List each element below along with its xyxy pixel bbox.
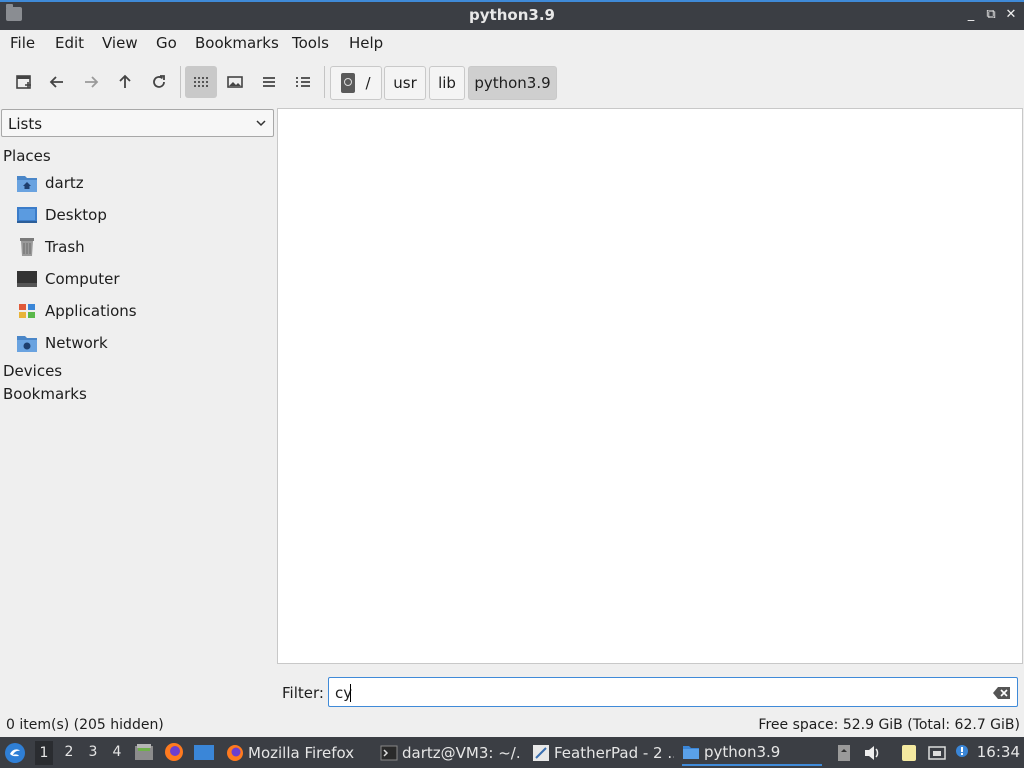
menu-help[interactable]: Help <box>349 34 383 52</box>
folder-icon <box>683 746 699 759</box>
detailed-view-button[interactable] <box>287 66 319 98</box>
icon-view-button[interactable] <box>185 66 217 98</box>
start-menu-icon[interactable] <box>4 742 26 764</box>
devices-header[interactable]: Devices <box>3 362 62 380</box>
task-label: FeatherPad - 2 ... <box>554 744 674 762</box>
breadcrumb-python39[interactable]: python3.9 <box>468 66 557 100</box>
arrow-right-icon <box>85 76 99 88</box>
filter-label: Filter: <box>282 684 324 702</box>
chevron-down-icon <box>256 120 266 127</box>
places-header[interactable]: Places <box>3 147 51 165</box>
place-applications[interactable]: Applications <box>16 297 266 325</box>
toolbar-separator <box>180 66 181 98</box>
terminal-icon <box>380 745 398 761</box>
filter-input[interactable]: cy <box>328 677 1018 707</box>
thumbnail-view-button[interactable] <box>219 66 251 98</box>
side-pane-mode-select[interactable]: Lists <box>1 109 274 137</box>
trash-icon <box>20 238 34 256</box>
workspace-4[interactable]: 4 <box>108 744 126 760</box>
image-icon <box>227 76 243 88</box>
clipboard-tray-icon[interactable] <box>834 743 854 763</box>
place-desktop[interactable]: Desktop <box>16 201 266 229</box>
featherpad-icon <box>533 745 549 761</box>
workspace-2[interactable]: 2 <box>60 744 78 760</box>
detail-list-icon <box>296 77 310 87</box>
notes-icon[interactable] <box>899 743 919 763</box>
back-button[interactable] <box>41 66 73 98</box>
desktop-icon <box>17 207 37 223</box>
breadcrumb-usr[interactable]: usr <box>384 66 426 100</box>
applications-icon <box>19 304 35 318</box>
menu-tools[interactable]: Tools <box>292 34 329 52</box>
text-cursor <box>350 684 351 702</box>
window-title: python3.9 <box>469 6 555 24</box>
network-folder-icon <box>17 336 37 352</box>
close-button[interactable]: ✕ <box>1002 6 1020 24</box>
task-label: python3.9 <box>704 743 781 761</box>
minimize-button[interactable]: _ <box>962 6 980 24</box>
place-label: dartz <box>45 174 84 192</box>
maximize-button[interactable]: ⧉ <box>982 6 1000 24</box>
menu-file[interactable]: File <box>10 34 35 52</box>
free-space-status: Free space: 52.9 GiB (Total: 62.7 GiB) <box>758 717 1020 733</box>
task-terminal[interactable]: dartz@VM3: ~/... <box>380 740 522 766</box>
task-label: Mozilla Firefox <box>248 744 355 762</box>
place-label: Computer <box>45 270 120 288</box>
menu-edit[interactable]: Edit <box>55 34 84 52</box>
task-python39[interactable]: python3.9 <box>682 740 822 766</box>
taskbar: 1 2 3 4 Mozilla Firefox dartz@VM3: ~/...… <box>0 737 1024 768</box>
file-view[interactable] <box>277 108 1023 664</box>
desktop-launcher-icon[interactable] <box>193 742 215 762</box>
home-folder-icon <box>17 176 37 192</box>
new-window-icon <box>16 75 31 89</box>
arrow-left-icon <box>49 76 63 88</box>
list-icon <box>263 77 275 87</box>
sidebar: Lists Places dartz Desktop Trash Compute… <box>0 108 276 712</box>
task-label: dartz@VM3: ~/... <box>402 744 522 762</box>
breadcrumb-root[interactable]: / <box>330 66 382 100</box>
toolbar: / usr lib python3.9 <box>0 60 1024 104</box>
menu-bar: File Edit View Go Bookmarks Tools Help <box>0 30 1024 56</box>
clear-icon[interactable] <box>993 686 1011 700</box>
volume-icon[interactable] <box>862 743 882 763</box>
up-button[interactable] <box>109 66 141 98</box>
place-label: Desktop <box>45 206 107 224</box>
breadcrumb-root-label: / <box>365 74 371 92</box>
place-label: Network <box>45 334 108 352</box>
network-icon[interactable] <box>927 743 947 763</box>
item-count-status: 0 item(s) (205 hidden) <box>6 717 164 733</box>
menu-go[interactable]: Go <box>156 34 177 52</box>
task-firefox[interactable]: Mozilla Firefox <box>226 740 366 766</box>
workspace-3[interactable]: 3 <box>84 744 102 760</box>
notification-icon[interactable] <box>953 743 973 763</box>
place-trash[interactable]: Trash <box>16 233 266 261</box>
place-computer[interactable]: Computer <box>16 265 266 293</box>
reload-button[interactable] <box>143 66 175 98</box>
bookmarks-header[interactable]: Bookmarks <box>3 385 87 403</box>
file-manager-launcher-icon[interactable] <box>134 742 154 762</box>
place-home[interactable]: dartz <box>16 169 266 197</box>
title-bar: python3.9 _ ⧉ ✕ <box>0 0 1024 30</box>
side-pane-mode-value: Lists <box>8 115 43 133</box>
menu-bookmarks[interactable]: Bookmarks <box>195 34 279 52</box>
arrow-up-icon <box>119 74 131 88</box>
place-network[interactable]: Network <box>16 329 266 357</box>
toolbar-separator <box>324 66 325 98</box>
breadcrumb-lib[interactable]: lib <box>429 66 465 100</box>
firefox-icon <box>227 745 243 761</box>
forward-button[interactable] <box>75 66 107 98</box>
menu-view[interactable]: View <box>102 34 138 52</box>
task-featherpad[interactable]: FeatherPad - 2 ... <box>532 740 674 766</box>
workspace-1[interactable]: 1 <box>35 741 53 765</box>
computer-icon <box>17 271 37 287</box>
new-tab-button[interactable] <box>8 66 40 98</box>
drive-icon <box>341 73 356 93</box>
compact-view-button[interactable] <box>253 66 285 98</box>
place-label: Applications <box>45 302 137 320</box>
reload-icon <box>153 75 165 88</box>
firefox-launcher-icon[interactable] <box>164 742 184 762</box>
place-label: Trash <box>45 238 85 256</box>
clock[interactable]: 16:34 <box>977 743 1020 761</box>
grid-icon <box>194 77 208 87</box>
